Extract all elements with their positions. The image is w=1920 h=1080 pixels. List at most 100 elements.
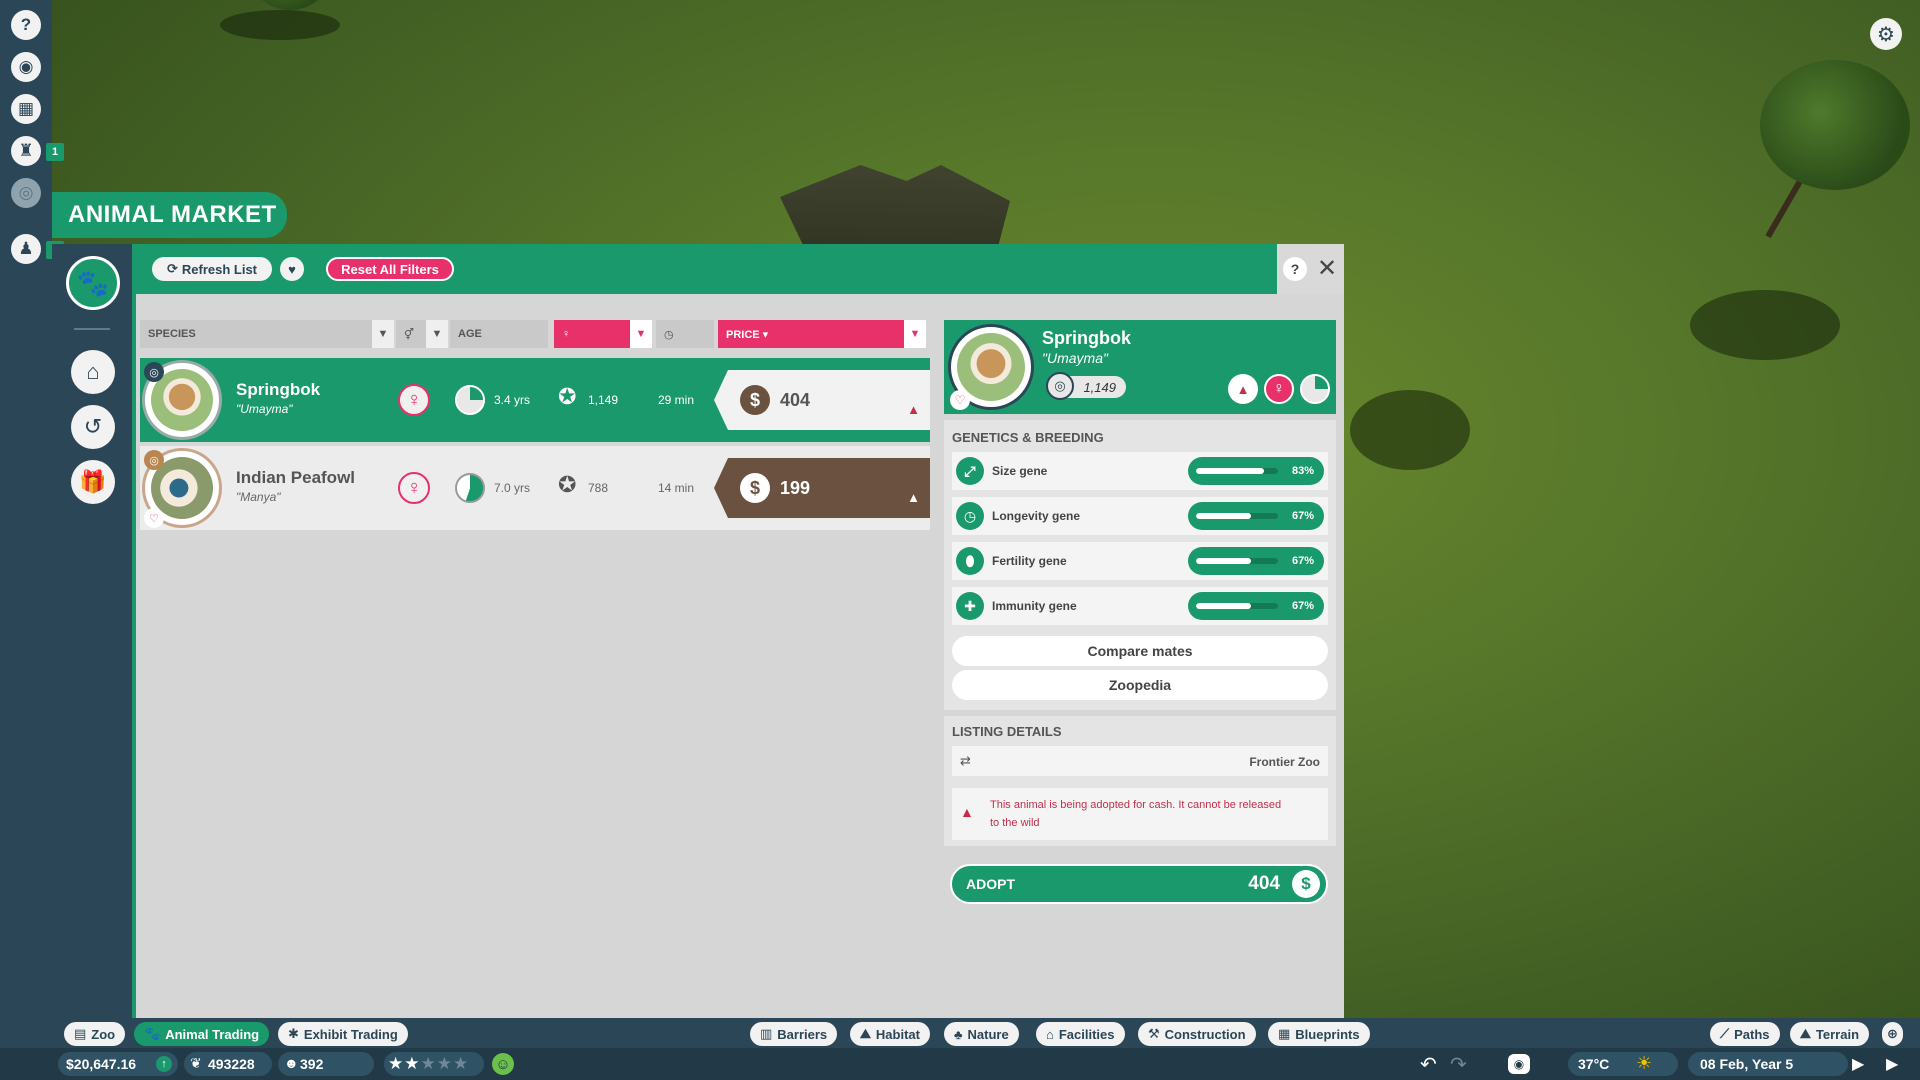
exhibit-trading-tab[interactable]: ✱ Exhibit Trading [278, 1022, 408, 1046]
refresh-list-button[interactable]: ⟳ Refresh List [152, 257, 272, 281]
sidebar-divider [74, 328, 110, 330]
blueprints-tab[interactable]: ▦ Blueprints [1268, 1022, 1370, 1046]
guests-icon: ☻ [284, 1055, 299, 1071]
close-button[interactable]: ✕ [1315, 253, 1339, 283]
seller-row: ⇄ Frontier Zoo [952, 746, 1328, 776]
barriers-tab[interactable]: ▥ Barriers [750, 1022, 838, 1046]
gender-sort[interactable]: ⚥ [396, 320, 426, 348]
age-filter[interactable]: AGE [450, 320, 548, 348]
price-sort[interactable]: PRICE ▾ [718, 320, 904, 348]
eye-icon[interactable]: ◎ [11, 178, 41, 208]
redo-icon[interactable]: ↷ [1450, 1052, 1467, 1077]
facilities-label: Facilities [1058, 1026, 1115, 1042]
handshake-icon: ⇄ [960, 753, 971, 768]
zoo-market-icon[interactable]: ⌂ [71, 350, 115, 394]
happiness-icon[interactable]: ☺ [492, 1053, 514, 1075]
gene-bar: 83% [1188, 457, 1324, 485]
zoo-tab[interactable]: ▤ Zoo [64, 1022, 126, 1046]
tree-shadow [1690, 290, 1840, 360]
price-filter-funnel-icon[interactable]: ▼ [904, 320, 926, 348]
species-filter[interactable]: SPECIES [140, 320, 372, 348]
terrain-tab[interactable]: ⛰ Terrain [1790, 1022, 1870, 1046]
gene-label: Immunity gene [992, 599, 1077, 613]
gene-row-size: ⤢ Size gene 83% [952, 452, 1328, 490]
camera-icon[interactable]: ◉ [1508, 1054, 1530, 1074]
size-icon: ⤢ [956, 457, 984, 485]
listing-row-springbok[interactable]: ◎ Springbok "Umayma" ♀ 3.4 yrs ✪ 1,149 2… [140, 358, 930, 442]
female-icon: ♀ [398, 384, 430, 416]
gene-track [1196, 558, 1278, 564]
trophy-icon[interactable]: ♜ [11, 136, 41, 166]
zoo-tab-label: Zoo [91, 1026, 116, 1042]
conservation-value: 493228 [208, 1056, 255, 1072]
gene-bar: 67% [1188, 502, 1324, 530]
nature-label: Nature [967, 1026, 1009, 1042]
paths-label: Paths [1734, 1026, 1770, 1042]
history-icon[interactable]: ↺ [71, 405, 115, 449]
help-icon[interactable]: ? [11, 10, 41, 40]
terrain-label: Terrain [1815, 1026, 1860, 1042]
animal-trading-label: Animal Trading [165, 1026, 260, 1042]
tree-icon: ♣ [954, 1026, 963, 1042]
listing-details-section: LISTING DETAILS ⇄ Frontier Zoo ▲ This an… [944, 716, 1336, 846]
animal-icon[interactable]: ◉ [11, 52, 41, 82]
listing-price: 404 [780, 389, 811, 410]
refresh-label: Refresh List [181, 261, 258, 277]
temperature-value: 37°C [1578, 1056, 1610, 1072]
trophy-badge: 1 [46, 143, 64, 161]
price-tag[interactable]: $ 199 ▲ [714, 458, 930, 518]
sun-icon: ☀ [1636, 1053, 1653, 1073]
star-icon: ★ [420, 1054, 437, 1073]
seller-name: Frontier Zoo [1249, 755, 1320, 769]
adopt-button[interactable]: ADOPT 404 $ [950, 864, 1328, 904]
gene-fill [1196, 468, 1265, 474]
gender-filter-funnel-icon[interactable]: ▼ [426, 320, 448, 348]
female-filter[interactable]: ♀ [554, 320, 630, 348]
time-sort[interactable]: ◷ [656, 320, 714, 348]
dollar-icon: $ [1292, 870, 1320, 898]
gene-bar: 67% [1188, 592, 1324, 620]
star-icon: ★ [436, 1054, 453, 1073]
undo-icon[interactable]: ↶ [1420, 1052, 1437, 1077]
warning-icon: ▲ [907, 402, 920, 417]
zoopedia-button[interactable]: Zoopedia [952, 670, 1328, 700]
gene-percent: 67% [1291, 555, 1314, 567]
settings-gear-icon[interactable]: ⚙ [1870, 18, 1902, 50]
popularity-icon: ✪ [558, 384, 577, 409]
help-button[interactable]: ? [1283, 257, 1307, 281]
nature-tab[interactable]: ♣ Nature [944, 1022, 1019, 1046]
reset-filters-button[interactable]: Reset All Filters [326, 257, 454, 281]
facilities-tab[interactable]: ⌂ Facilities [1036, 1022, 1125, 1046]
construction-tab[interactable]: ⚒ Construction [1138, 1022, 1256, 1046]
grid-toggle-icon[interactable]: ⊕ [1882, 1022, 1903, 1046]
popularity-badge-icon: ◎ [144, 450, 164, 470]
play-speed-icon[interactable]: ▶ [1852, 1054, 1864, 1074]
calendar-icon[interactable]: ▦ [11, 94, 41, 124]
listing-age: 7.0 yrs [494, 481, 531, 495]
guests-value: 392 [300, 1056, 324, 1072]
gift-icon[interactable]: 🎁 [71, 460, 115, 504]
compare-mates-button[interactable]: Compare mates [952, 636, 1328, 666]
female-filter-funnel-icon[interactable]: ▼ [630, 320, 652, 348]
warning-row: ▲ This animal is being adopted for cash.… [952, 788, 1328, 840]
barrier-icon: ▥ [760, 1026, 773, 1041]
price-tag[interactable]: $ 404 ▲ [714, 370, 930, 430]
species-filter-funnel-icon[interactable]: ▼ [372, 320, 394, 348]
adopt-label: ADOPT [966, 876, 1015, 892]
staff-icon[interactable]: ♟ [11, 234, 41, 264]
paw-icon: 🐾 [66, 256, 120, 310]
blueprint-icon: ▦ [1278, 1026, 1291, 1041]
listing-time: 29 min [658, 393, 695, 407]
listing-time: 14 min [658, 481, 695, 495]
favorite-heart-icon[interactable]: ♡ [950, 390, 970, 410]
fast-forward-icon[interactable]: ▶ [1886, 1054, 1898, 1074]
animal-trading-tab[interactable]: 🐾 Animal Trading [134, 1022, 270, 1046]
habitat-tab[interactable]: ⛰ Habitat [850, 1022, 930, 1046]
favorites-heart-icon[interactable]: ♥ [280, 257, 304, 281]
filter-bar: SPECIES ▼ ⚥ ▼ AGE ♀ ▼ ◷ PRICE ▾ ▼ [140, 320, 926, 348]
paths-tab[interactable]: ⟋ Paths [1710, 1022, 1780, 1046]
gene-label: Size gene [992, 464, 1048, 478]
listing-row-peafowl[interactable]: ◎ ♡ Indian Peafowl "Manya" ♀ 7.0 yrs ✪ 7… [140, 446, 930, 530]
favorite-heart-icon[interactable]: ♡ [144, 508, 164, 528]
female-icon: ♀ [398, 472, 430, 504]
